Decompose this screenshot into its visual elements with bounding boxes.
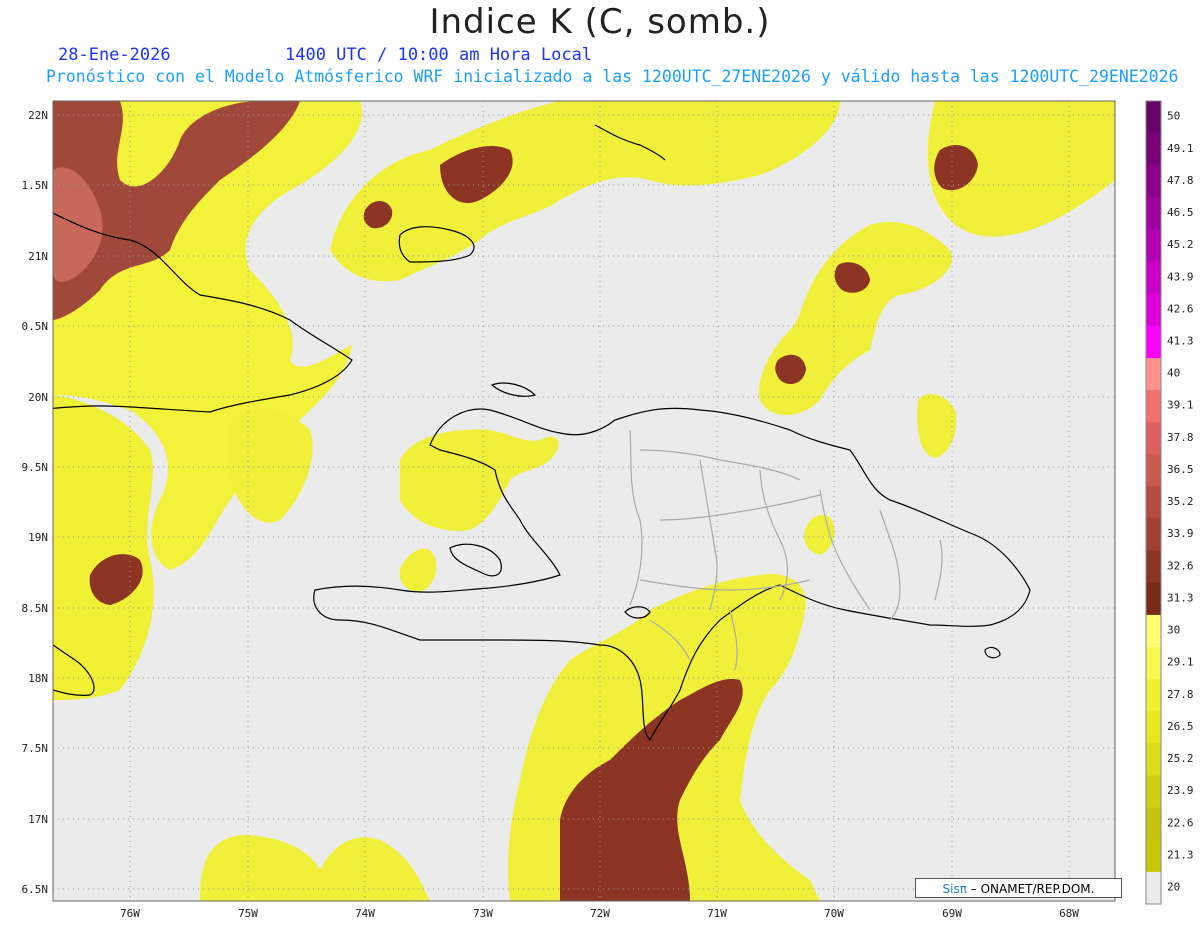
lon-label: 76W (120, 907, 140, 920)
colorbar-swatch (1146, 101, 1161, 134)
colorbar-label: 21.3 (1167, 848, 1194, 861)
credit-text: – ONAMET/REP.DOM. (970, 882, 1095, 896)
colorbar-swatch (1146, 133, 1161, 166)
colorbar-label: 50 (1167, 110, 1180, 123)
map-canvas: 22N 1.5N 21N 0.5N 20N 9.5N 19N 8.5N 18N … (22, 100, 1194, 920)
lon-label: 75W (238, 907, 258, 920)
lat-label: 7.5N (22, 742, 49, 755)
lat-label: 1.5N (22, 179, 49, 192)
colorbar-swatch (1146, 871, 1161, 905)
colorbar-label: 31.3 (1167, 591, 1194, 604)
colorbar-label: 29.1 (1167, 656, 1194, 669)
colorbar-label: 39.1 (1167, 399, 1194, 412)
lat-label: 18N (28, 672, 48, 685)
credit-box: Sisπ – ONAMET/REP.DOM. (915, 878, 1122, 898)
colorbar-label: 30 (1167, 624, 1180, 637)
longitude-labels: 76W 75W 74W 73W 72W 71W 70W 69W 68W (120, 907, 1079, 920)
lon-label: 68W (1059, 907, 1079, 920)
colorbar-label: 49.1 (1167, 142, 1194, 155)
colorbar-swatch (1146, 293, 1161, 327)
lon-label: 74W (355, 907, 375, 920)
colorbar-label: 46.5 (1167, 206, 1194, 219)
colorbar-swatch (1146, 582, 1161, 616)
colorbar-swatch (1146, 197, 1161, 230)
colorbar-label: 25.2 (1167, 752, 1194, 765)
lat-label: 22N (28, 109, 48, 122)
lat-label: 20N (28, 391, 48, 404)
colorbar-swatch (1146, 775, 1161, 809)
lat-label: 6.5N (22, 883, 49, 896)
colorbar-swatch (1146, 614, 1161, 648)
colorbar-label: 33.9 (1167, 527, 1194, 540)
colorbar-label: 43.9 (1167, 270, 1194, 283)
colorbar-swatch (1146, 743, 1161, 777)
colorbar-swatch (1146, 422, 1161, 455)
lat-label: 21N (28, 250, 48, 263)
colorbar-swatch (1146, 679, 1161, 712)
lon-label: 71W (707, 907, 727, 920)
colorbar-swatch (1146, 839, 1161, 873)
colorbar-swatch (1146, 325, 1161, 359)
colorbar-swatch (1146, 711, 1161, 744)
colorbar: 50 49.1 47.8 46.5 45.2 43.9 42.6 41.3 40 39.1 37.8… (1145, 100, 1194, 905)
colorbar-label: 35.2 (1167, 495, 1194, 508)
latitude-labels: 22N 1.5N 21N 0.5N 20N 9.5N 19N 8.5N 18N … (22, 109, 49, 896)
lon-label: 73W (473, 907, 493, 920)
colorbar-swatch (1146, 454, 1161, 487)
colorbar-label: 22.6 (1167, 816, 1194, 829)
colorbar-swatch (1146, 261, 1161, 295)
colorbar-label: 20 (1167, 881, 1180, 894)
colorbar-swatch (1146, 229, 1161, 263)
colorbar-label: 47.8 (1167, 174, 1194, 187)
lat-label: 19N (28, 531, 48, 544)
colorbar-swatch (1146, 647, 1161, 680)
sispi-logo: Sisπ (942, 882, 967, 896)
lon-label: 72W (590, 907, 610, 920)
colorbar-label: 32.6 (1167, 559, 1194, 572)
colorbar-label: 45.2 (1167, 238, 1194, 251)
colorbar-label: 27.8 (1167, 688, 1194, 701)
colorbar-label: 42.6 (1167, 302, 1194, 315)
colorbar-swatch (1146, 357, 1161, 391)
colorbar-label: 23.9 (1167, 784, 1194, 797)
yellow-region-west (53, 395, 154, 700)
lat-label: 9.5N (22, 461, 49, 474)
colorbar-label: 36.5 (1167, 463, 1194, 476)
lat-label: 8.5N (22, 602, 49, 615)
colorbar-swatch (1146, 550, 1161, 584)
lon-label: 70W (824, 907, 844, 920)
colorbar-swatch (1146, 165, 1161, 198)
colorbar-swatch (1146, 807, 1161, 841)
lat-label: 0.5N (22, 320, 49, 333)
colorbar-label: 41.3 (1167, 335, 1194, 348)
lon-label: 69W (942, 907, 962, 920)
colorbar-label: 40 (1167, 367, 1180, 380)
colorbar-label: 26.5 (1167, 720, 1194, 733)
lat-label: 17N (28, 813, 48, 826)
colorbar-swatch (1146, 486, 1161, 520)
colorbar-label: 37.8 (1167, 431, 1194, 444)
colorbar-swatch (1146, 518, 1161, 552)
colorbar-swatch (1146, 390, 1161, 423)
